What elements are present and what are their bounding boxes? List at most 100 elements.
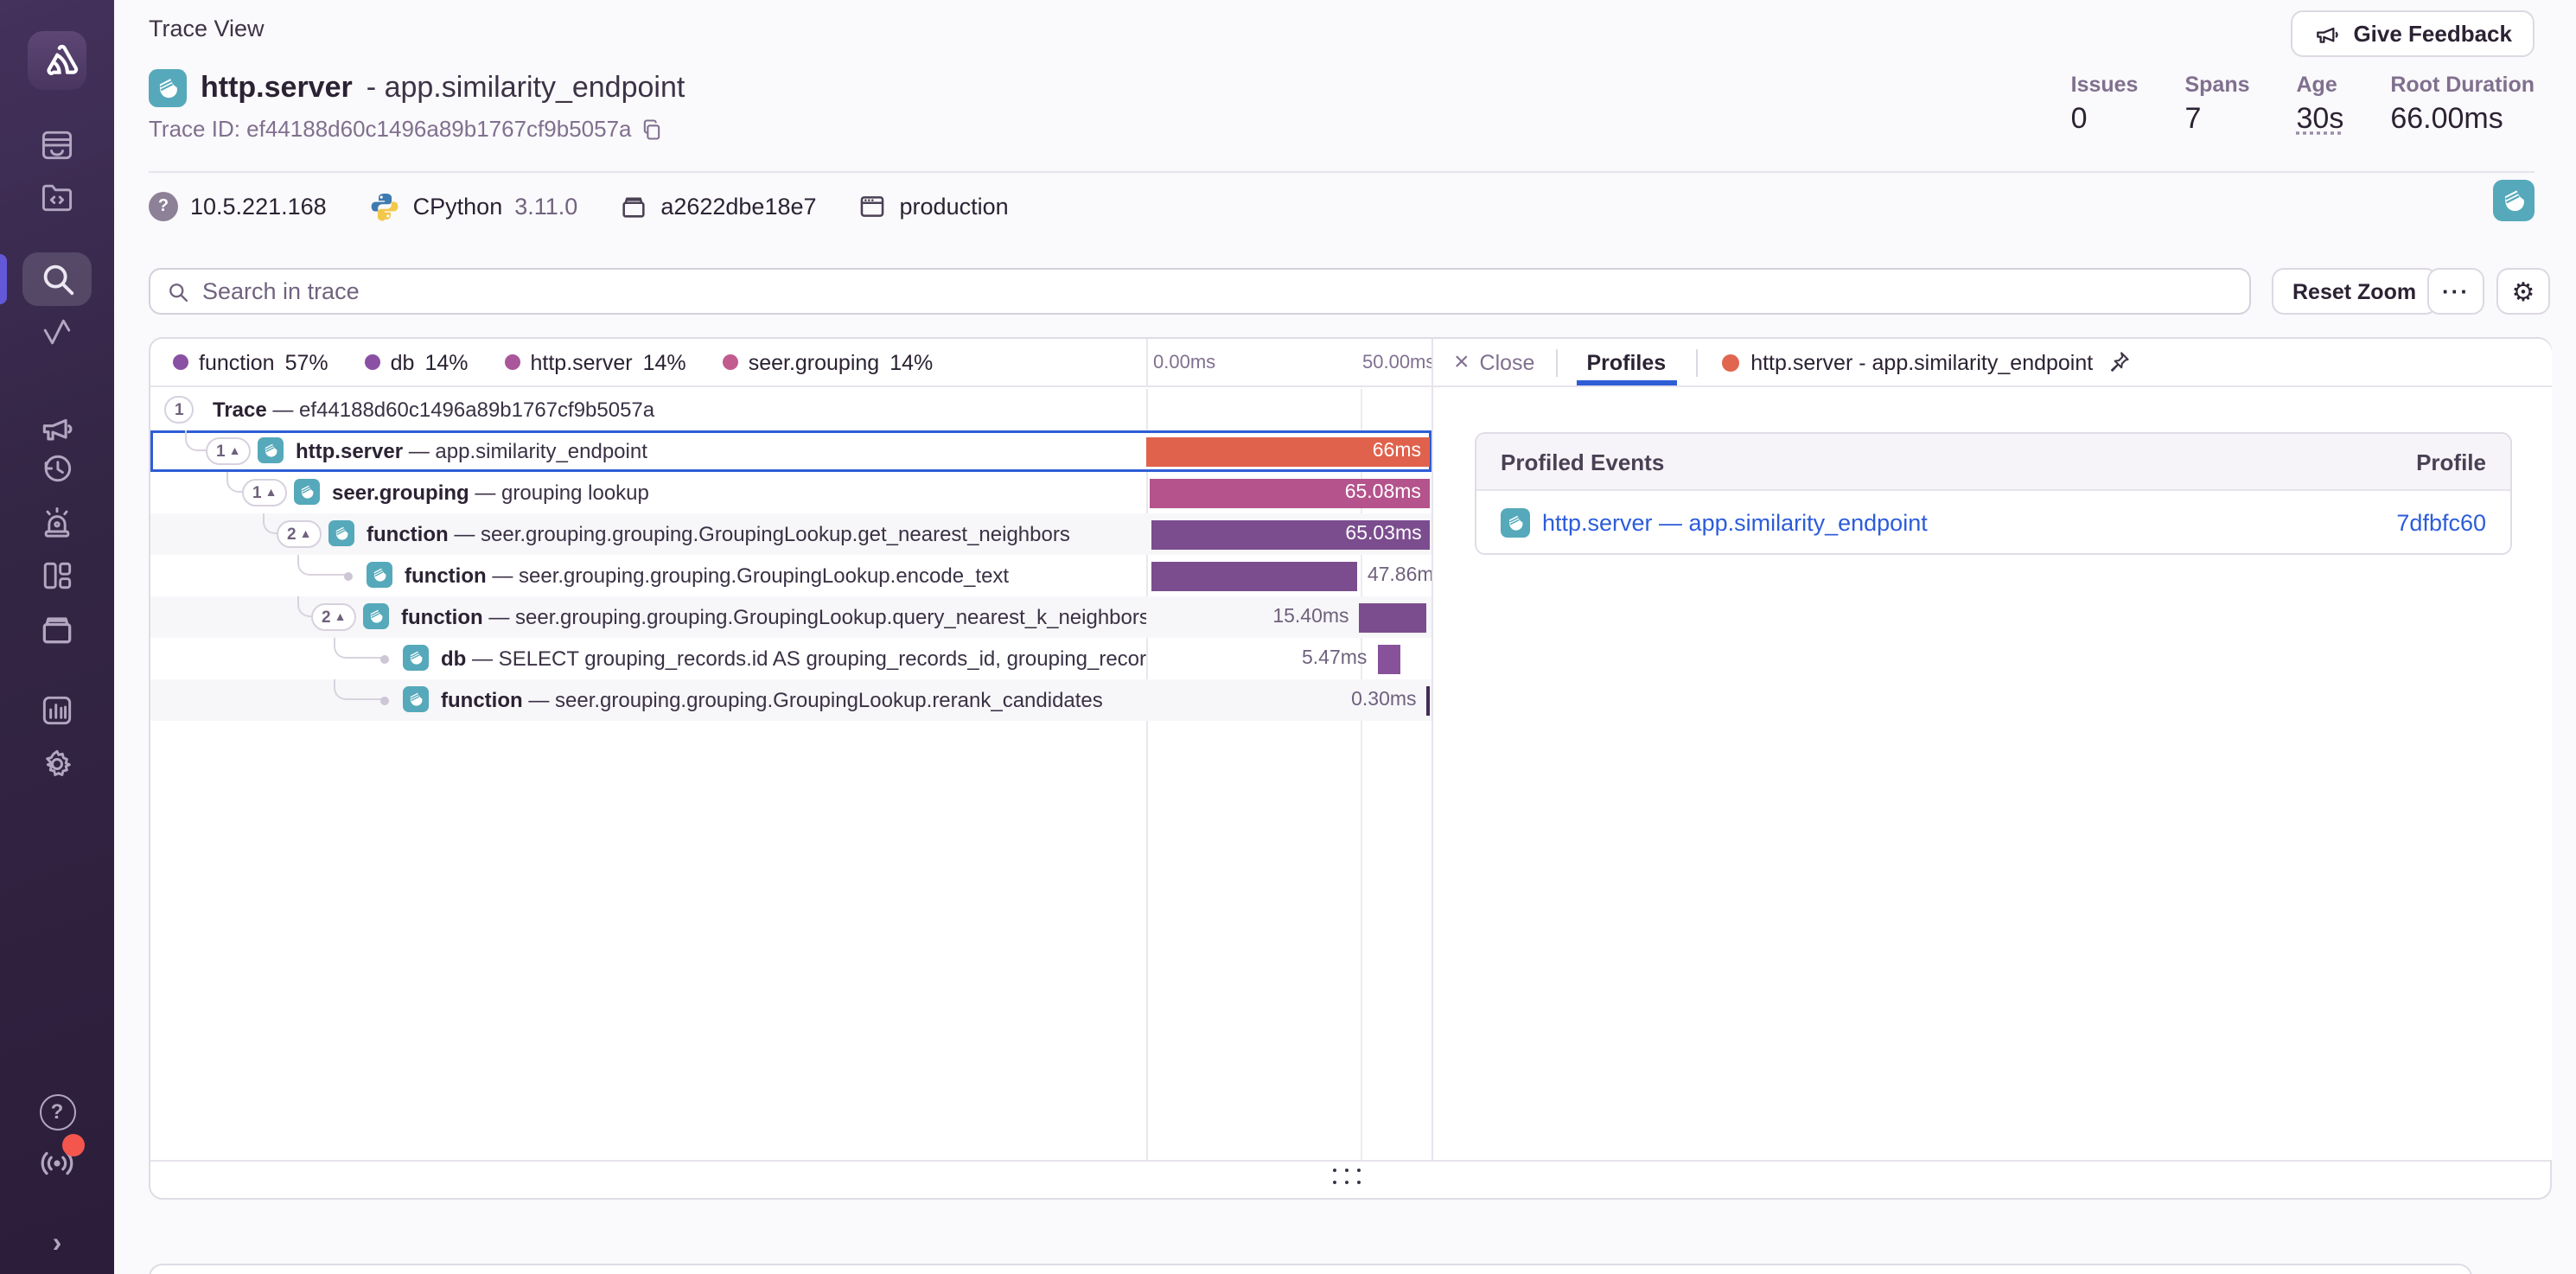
chevron-up-icon: ▲ [229,445,241,457]
trace-settings-button[interactable]: ⚙ [2496,268,2550,315]
gear-icon: ⚙ [2512,276,2535,307]
duration-bar[interactable]: 66ms [1146,436,1430,466]
child-count-pill[interactable]: 1 [164,396,194,424]
trace-view-page: ? › Trace View Give Feedback http.server… [0,0,2576,1274]
drawer-node-crumb[interactable]: http.server - app.similarity_endpoint [1697,349,2155,375]
platform-python-icon [328,520,354,546]
legend-item[interactable]: seer.grouping14% [723,350,934,374]
sidebar-item-releases[interactable] [36,608,78,650]
tree-connector [226,472,242,493]
unknown-icon: ? [149,191,178,220]
chevron-right-icon: › [53,1229,62,1260]
project-platform-icon [2493,180,2535,221]
sidebar-item-dashboards[interactable] [36,555,78,596]
dashboard-icon [38,557,76,595]
sidebar-item-settings[interactable] [36,743,78,785]
reset-zoom-button[interactable]: Reset Zoom [2272,268,2437,315]
inbox-icon [38,126,76,164]
search-placeholder: Search in trace [202,278,360,304]
page-title: http.server - app.similarity_endpoint [149,69,685,107]
legend-item[interactable]: http.server14% [505,350,686,374]
span-description: function — seer.grouping.grouping.Groupi… [401,596,1146,638]
legend-item[interactable]: db14% [365,350,469,374]
platform-python-icon [258,437,284,463]
duration-bar[interactable]: 65.08ms [1150,478,1429,507]
duration-bar[interactable] [1377,644,1400,673]
duration-label: 47.86ms [1368,555,1431,596]
trace-row[interactable]: 1 Trace — ef44188d60c1496a89b1767cf9b5057… [150,389,1431,430]
archive-box-icon [38,610,76,648]
legend-dot [505,354,520,370]
python-icon [368,189,401,222]
duration-bar[interactable] [1151,561,1357,590]
search-input[interactable]: Search in trace [149,268,2251,315]
sidebar-item-help[interactable]: ? [36,1091,78,1132]
duration-label: 5.47ms [1302,638,1367,679]
child-count-pill[interactable]: 2▲ [277,520,322,548]
span-description: function — seer.grouping.grouping.Groupi… [367,513,1070,555]
sidebar-item-explore[interactable] [36,176,78,218]
help-icon: ? [39,1093,75,1130]
trace-row[interactable]: 1▲http.server — app.similarity_endpoint6… [150,430,1431,472]
platform-python-icon [403,645,429,671]
platform-python-icon [363,603,389,629]
duration-label: 66ms [1373,436,1421,466]
drawer-close-button[interactable]: × Close [1433,339,1555,385]
sentry-logo[interactable] [28,31,86,90]
trace-stats: Issues0Spans7Age30sRoot Duration66.00ms [2071,73,2535,137]
sidebar-item-search[interactable] [36,258,78,299]
meta-tag[interactable]: ?10.5.221.168 [149,191,327,220]
trace-row[interactable]: 1▲ seer.grouping — grouping lookup 65.08ms [150,472,1431,513]
megaphone-icon [2313,20,2341,48]
legend-dot [365,354,380,370]
trace-row[interactable]: 2▲ function — seer.grouping.grouping.Grou… [150,596,1431,638]
trace-row[interactable]: 2▲ function — seer.grouping.grouping.Grou… [150,513,1431,555]
child-count-pill[interactable]: 1▲ [242,479,287,506]
sidebar-collapse-toggle[interactable]: › [36,1224,78,1265]
stat-issues: Issues0 [2071,73,2139,137]
pin-icon[interactable] [2105,349,2131,375]
trace-row[interactable]: db — SELECT grouping_records.id AS group… [150,638,1431,679]
span-rows: 1 Trace — ef44188d60c1496a89b1767cf9b5057… [150,389,1431,1160]
duration-bar[interactable] [1360,602,1426,632]
duration-bar[interactable]: 65.03ms [1151,519,1430,549]
profile-id-link[interactable]: 7dfbfc60 [2396,509,2486,535]
copy-icon[interactable] [641,117,665,141]
trace-row[interactable]: function — seer.grouping.grouping.Groupi… [150,679,1431,721]
sidebar-item-performance[interactable] [36,311,78,353]
gear-icon [38,745,76,783]
meta-tag[interactable]: production [858,191,1009,220]
span-description: Trace — ef44188d60c1496a89b1767cf9b5057a [213,389,654,430]
window-icon [858,191,888,220]
platform-python-icon [149,69,187,107]
replay-clock-icon [38,449,76,487]
give-feedback-button[interactable]: Give Feedback [2291,10,2535,57]
more-options-button[interactable]: ··· [2427,268,2484,315]
child-count-pill[interactable]: 1▲ [206,437,251,465]
tab-profiles[interactable]: Profiles [1557,339,1695,385]
close-icon: × [1454,347,1470,377]
meta-tag[interactable]: CPython 3.11.0 [368,189,578,222]
span-description: seer.grouping — grouping lookup [332,472,649,513]
platform-python-icon [294,479,320,505]
profiled-event-link[interactable]: http.server — app.similarity_endpoint [1501,507,1928,537]
child-count-pill[interactable]: 2▲ [311,603,356,631]
chevron-up-icon: ▲ [300,528,312,540]
col-profiled-events: Profiled Events [1501,449,1664,475]
trace-row[interactable]: function — seer.grouping.grouping.Groupi… [150,555,1431,596]
code-folder-icon [38,178,76,216]
drawer-resize-handle[interactable] [150,1160,2550,1198]
trace-drawer: × Close Profiles http.server - app.simil… [1431,339,2552,1160]
span-color-dot [1721,354,1738,371]
table-header: Profiled Events Profile [1476,434,2510,491]
meta-tag[interactable]: a2622dbe18e7 [619,191,816,220]
sidebar-item-replays[interactable] [36,448,78,489]
duration-bar[interactable] [1427,685,1430,715]
sidebar-item-feedback[interactable] [36,408,78,449]
legend-item[interactable]: function57% [173,350,328,374]
sidebar-item-issues[interactable] [36,124,78,166]
sidebar-item-stats[interactable] [36,690,78,731]
sidebar-item-alerts[interactable] [36,501,78,543]
chevron-up-icon: ▲ [265,487,277,499]
search-icon [166,279,190,303]
